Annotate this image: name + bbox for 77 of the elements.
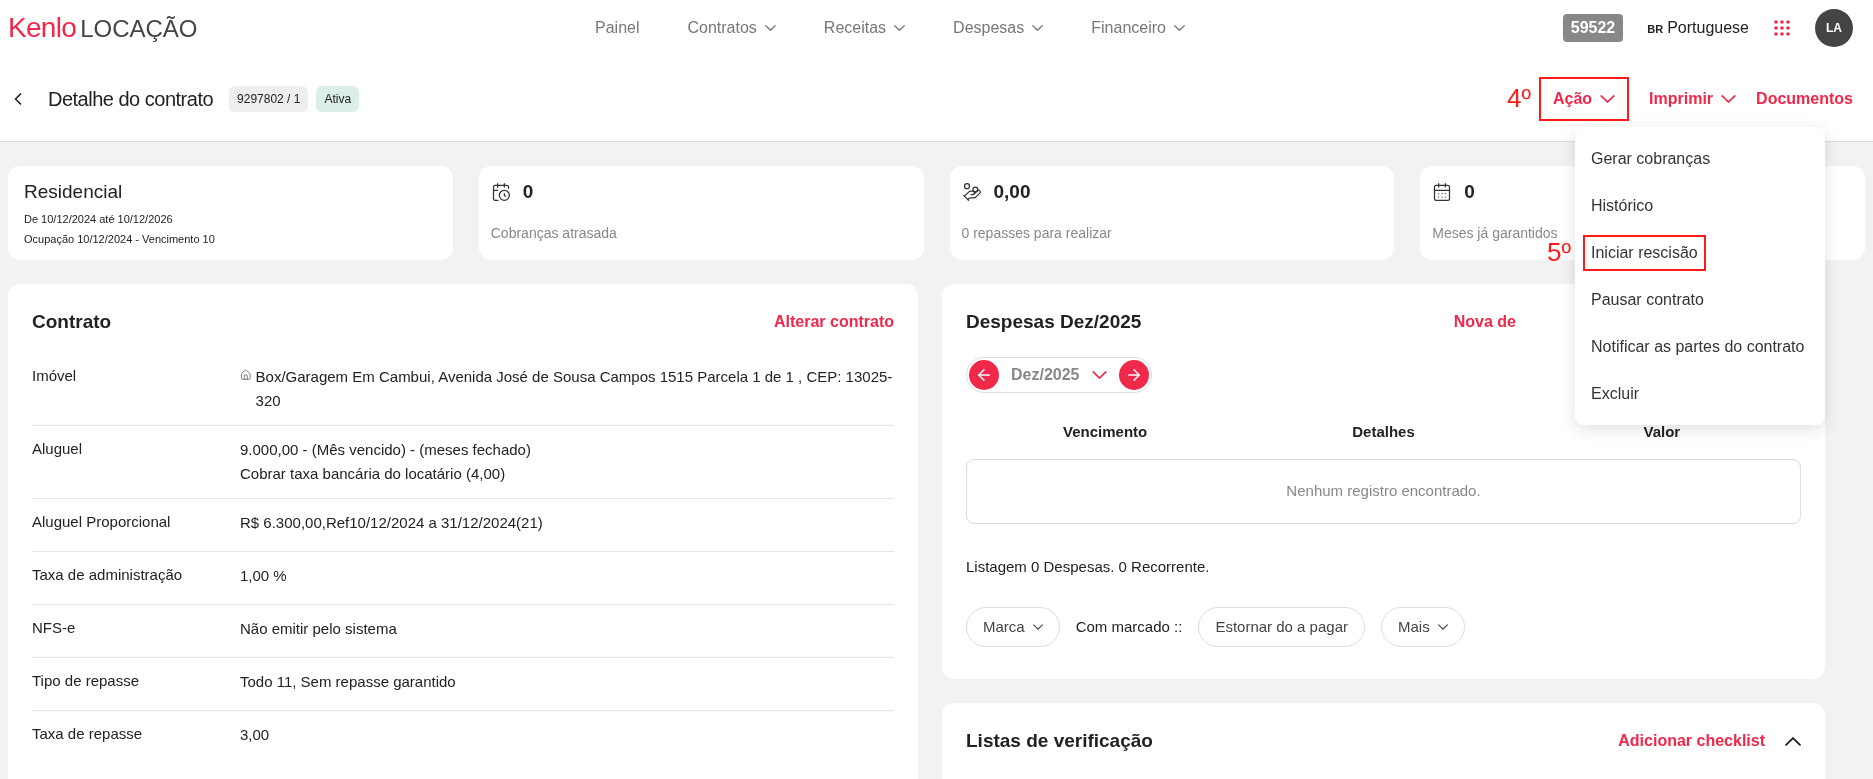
chevron-down-icon	[1600, 94, 1616, 103]
stat-value: 0,00	[993, 180, 1031, 204]
nav-link[interactable]: Despesas	[953, 16, 1044, 40]
step-annotation: 4º	[1507, 82, 1531, 115]
new-expense-link[interactable]: Nova de	[1453, 310, 1516, 335]
chevron-down-icon	[1173, 25, 1185, 31]
chevron-down-icon	[1032, 25, 1044, 31]
with-marked-label: Com marcado ::	[1075, 616, 1183, 637]
field-label: Aluguel Proporcional	[32, 511, 172, 532]
field-value: 3,00	[240, 724, 270, 745]
card-title: Contrato	[32, 310, 112, 334]
action-button[interactable]: Ação	[1538, 76, 1630, 121]
calendar-clock-icon	[490, 182, 511, 203]
chevron-down-icon	[1032, 623, 1043, 630]
field-value: R$ 6.300,00,Ref10/12/2024 a 31/12/2024(21)	[240, 512, 543, 533]
chevron-down-icon	[894, 25, 906, 31]
stat-label: 0 repasses para realizar	[961, 223, 1113, 243]
field-label: Imóvel	[32, 365, 78, 386]
next-month-button[interactable]	[1118, 359, 1149, 390]
add-checklist-link[interactable]: Adicionar checklist	[1618, 729, 1765, 754]
nav-link[interactable]: Painel	[595, 16, 640, 40]
field-label: Taxa de repasse	[32, 723, 144, 744]
menu-item[interactable]: Histórico	[1591, 193, 1654, 218]
money-hand-icon	[961, 182, 982, 203]
card-title: Listas de verificação	[966, 729, 1153, 753]
action-button[interactable]: Imprimir	[1649, 78, 1737, 119]
column-header: Detalhes	[1351, 421, 1416, 442]
menu-item[interactable]: Excluir	[1591, 381, 1639, 406]
logo-product: LOCAÇÃO	[80, 14, 198, 44]
apps-grid-icon[interactable]	[1773, 19, 1791, 37]
status-tag: Ativa	[316, 85, 360, 112]
collapse-icon	[1785, 736, 1801, 746]
nav-link[interactable]: Financeiro	[1091, 16, 1185, 40]
page-title: Detalhe do contrato	[48, 86, 214, 112]
field-label: Aluguel	[32, 438, 84, 459]
listing-summary: Listagem 0 Despesas. 0 Recorrente.	[966, 557, 1211, 577]
contract-number-tag: 9297802 / 1	[229, 85, 309, 112]
home-icon	[240, 368, 252, 381]
chevron-down-icon	[764, 25, 776, 31]
chevron-down-icon	[1721, 94, 1737, 103]
user-avatar[interactable]: LA	[1815, 9, 1853, 47]
field-value: 1,00 %	[240, 565, 287, 586]
month-label: Dez/2025	[1011, 364, 1080, 385]
menu-item[interactable]: Notificar as partes do contrato	[1591, 334, 1805, 359]
code-badge: 59522	[1562, 14, 1624, 42]
chevron-down-icon	[1091, 370, 1107, 379]
nav-link[interactable]: Receitas	[823, 16, 906, 40]
edit-contract-link[interactable]: Alterar contrato	[773, 310, 894, 335]
card-detail: De 10/12/2024 até 10/12/2026	[24, 211, 174, 227]
field-value: Não emitir pelo sistema	[240, 618, 397, 639]
stat-label: Cobranças atrasada	[490, 223, 618, 243]
card-title: Despesas Dez/2025	[966, 310, 1142, 334]
empty-message: Nenhum registro encontrado.	[1286, 481, 1481, 502]
field-label: Tipo de repasse	[32, 670, 140, 691]
nav-link[interactable]: Contratos	[687, 16, 776, 40]
card-title: Residencial	[24, 180, 124, 204]
menu-item[interactable]: Iniciar rescisão	[1583, 234, 1706, 271]
previous-month-button[interactable]	[969, 359, 999, 390]
stat-label: Meses já garantidos	[1432, 223, 1559, 243]
menu-item[interactable]: Pausar contrato	[1591, 287, 1704, 312]
stat-value: 0	[522, 180, 534, 204]
field-label: NFS-e	[32, 617, 77, 638]
field-label: Taxa de administração	[32, 564, 184, 585]
action-button[interactable]: Documentos	[1756, 78, 1853, 119]
calendar-icon	[1432, 182, 1453, 203]
field-value: Todo 11, Sem repasse garantido	[240, 671, 456, 692]
menu-item[interactable]: Gerar cobranças	[1591, 146, 1711, 171]
stat-value: 0	[1464, 180, 1475, 204]
logo-brand: Kenlo	[8, 11, 77, 45]
card-detail: Ocupação 10/12/2024 - Vencimento 10	[24, 232, 216, 247]
column-header: Vencimento	[1062, 421, 1149, 442]
field-value: Box/Garagem Em Cambui, Avenida José de Sousa Campos 1515 Parcela 1 de 1 , CEP: 13025-320	[255, 366, 894, 411]
chevron-down-icon	[1437, 623, 1448, 630]
language-selector[interactable]: BR Portuguese	[1647, 16, 1749, 40]
column-header: Valor	[1642, 421, 1682, 442]
field-value: Cobrar taxa bancária do locatário (4,00)	[240, 463, 507, 484]
field-value: 9.000,00 - (Mês vencido) - (meses fechado)	[240, 439, 531, 460]
